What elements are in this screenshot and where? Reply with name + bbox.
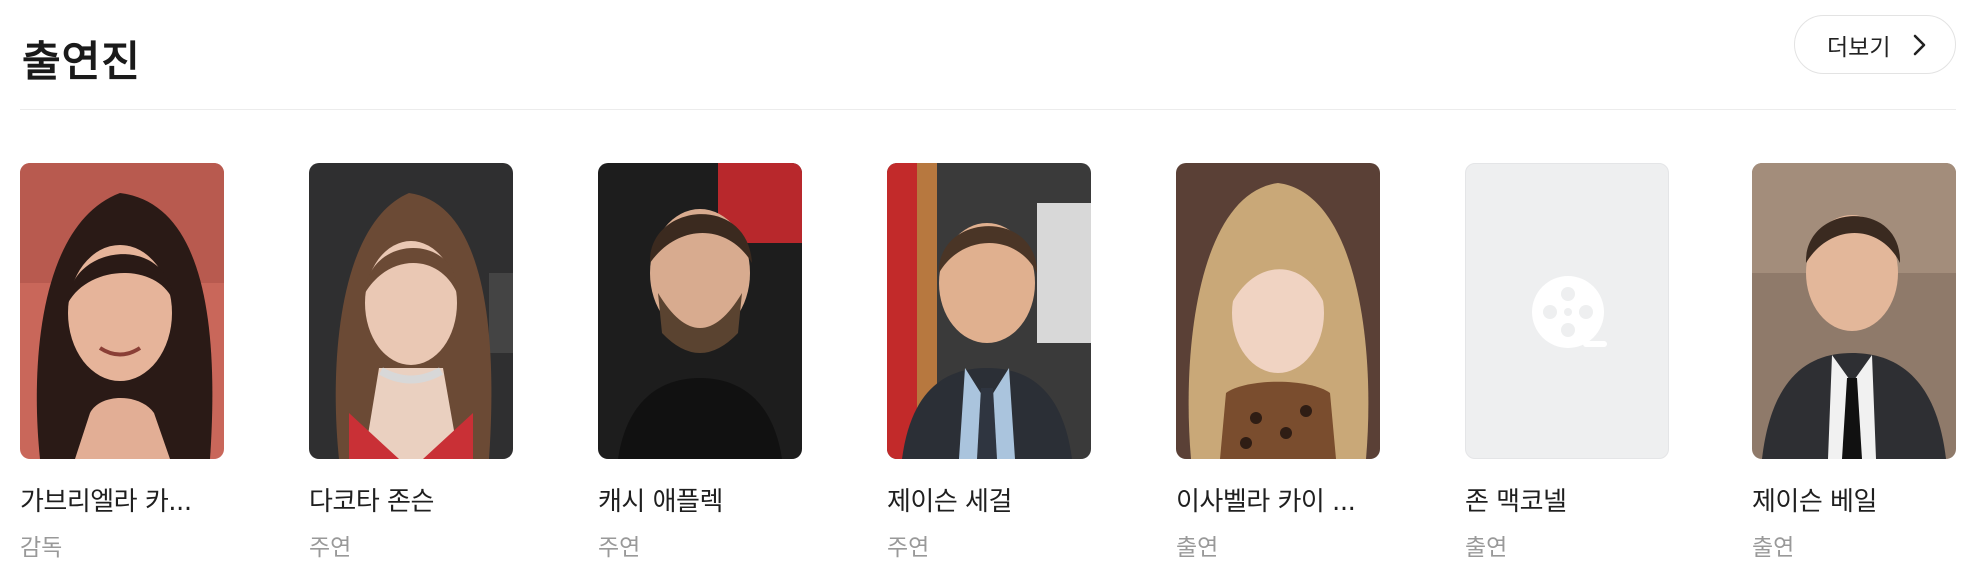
section-header: 출연진 더보기 — [20, 0, 1956, 110]
cast-card[interactable]: 캐시 애플렉 주연 — [598, 163, 802, 563]
film-reel-icon — [1532, 276, 1607, 348]
cast-role: 출연 — [1752, 535, 1795, 561]
cast-card[interactable]: 가브리엘라 카... 감독 — [20, 163, 224, 563]
cast-role: 주연 — [309, 535, 352, 561]
cast-name: 캐시 애플렉 — [598, 487, 723, 517]
cast-name: 제이슨 베일 — [1752, 487, 1877, 517]
cast-photo — [309, 163, 513, 459]
cast-role: 출연 — [1176, 535, 1219, 561]
more-button-label: 더보기 — [1827, 34, 1891, 61]
cast-card[interactable]: 제이슨 세걸 주연 — [887, 163, 1091, 563]
cast-photo-placeholder — [1465, 163, 1669, 459]
cast-photo — [887, 163, 1091, 459]
cast-photo — [1176, 163, 1380, 459]
cast-name: 이사벨라 카이 ... — [1176, 487, 1356, 517]
cast-role: 출연 — [1465, 535, 1508, 561]
cast-photo — [20, 163, 224, 459]
cast-role: 주연 — [887, 535, 930, 561]
cast-list: 가브리엘라 카... 감독 다코타 존슨 주연 캐시 애플렉 주연 제이슨 세걸… — [20, 163, 1956, 563]
more-button[interactable]: 더보기 — [1794, 15, 1956, 74]
cast-photo — [598, 163, 802, 459]
cast-role: 주연 — [598, 535, 641, 561]
cast-role: 감독 — [20, 535, 63, 561]
cast-card[interactable]: 존 맥코넬 출연 — [1465, 163, 1669, 563]
chevron-right-icon — [1913, 34, 1926, 56]
cast-name: 존 맥코넬 — [1465, 487, 1567, 517]
cast-card[interactable]: 다코타 존슨 주연 — [309, 163, 513, 563]
cast-name: 다코타 존슨 — [309, 487, 434, 517]
cast-name: 제이슨 세걸 — [887, 487, 1012, 517]
cast-photo — [1752, 163, 1956, 459]
cast-card[interactable]: 제이슨 베일 출연 — [1752, 163, 1956, 563]
cast-card[interactable]: 이사벨라 카이 ... 출연 — [1176, 163, 1380, 563]
section-title: 출연진 — [22, 37, 141, 86]
cast-name: 가브리엘라 카... — [20, 487, 192, 517]
